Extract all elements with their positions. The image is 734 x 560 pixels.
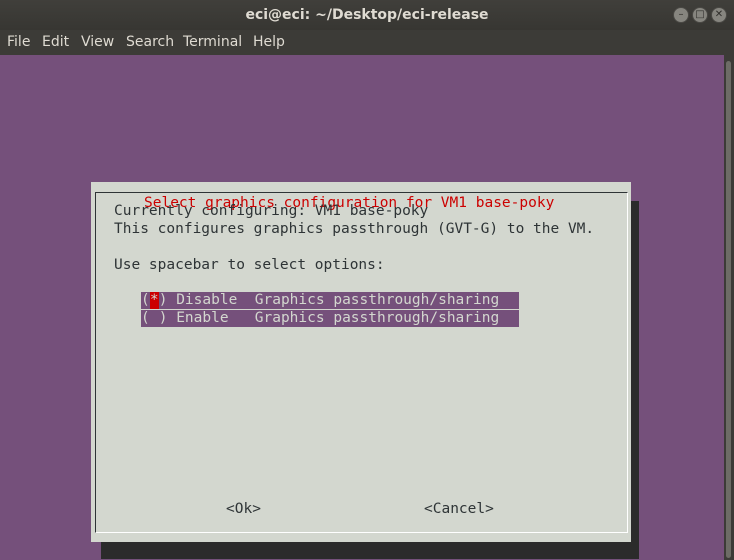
option-enable[interactable]: ( ) Enable Graphics passthrough/sharing: [141, 310, 519, 327]
info-line-current: Currently configuring: VM1 base-poky: [114, 203, 429, 219]
menu-search[interactable]: Search: [126, 30, 174, 55]
option-disable[interactable]: (*) Disable Graphics passthrough/sharing: [141, 292, 519, 309]
option-enable-open: (: [141, 310, 150, 326]
option-enable-mark: [150, 310, 159, 327]
title-bar[interactable]: eci@eci: ~/Desktop/eci-release – □ ✕: [0, 0, 734, 30]
maximize-button[interactable]: □: [692, 7, 708, 23]
info-line-description: This configures graphics passthrough (GV…: [114, 221, 595, 237]
menu-bar: File Edit View Search Terminal Help: [0, 30, 734, 55]
menu-file[interactable]: File: [7, 30, 30, 55]
whiptail-dialog: Select graphics configuration for VM1 ba…: [91, 182, 631, 542]
terminal-area[interactable]: Select graphics configuration for VM1 ba…: [0, 55, 724, 560]
menu-terminal[interactable]: Terminal: [183, 30, 242, 55]
option-enable-label: Enable Graphics passthrough/sharing: [167, 310, 500, 326]
minimize-button[interactable]: –: [673, 7, 689, 23]
option-disable-mark: *: [149, 292, 159, 309]
scrollbar[interactable]: [724, 55, 734, 560]
scrollbar-thumb[interactable]: [726, 61, 731, 558]
dialog-frame: Select graphics configuration for VM1 ba…: [95, 192, 628, 533]
ok-button[interactable]: <Ok>: [226, 500, 261, 518]
instruction-line: Use spacebar to select options:: [114, 257, 385, 273]
window-title: eci@eci: ~/Desktop/eci-release: [245, 7, 489, 23]
menu-edit[interactable]: Edit: [42, 30, 69, 55]
option-disable-open: (: [141, 292, 150, 308]
cancel-button[interactable]: <Cancel>: [424, 500, 494, 518]
close-button[interactable]: ✕: [711, 7, 727, 23]
menu-help[interactable]: Help: [253, 30, 285, 55]
menu-view[interactable]: View: [81, 30, 114, 55]
terminal-window: eci@eci: ~/Desktop/eci-release – □ ✕ Fil…: [0, 0, 734, 560]
option-disable-label: Disable Graphics passthrough/sharing: [167, 292, 500, 308]
